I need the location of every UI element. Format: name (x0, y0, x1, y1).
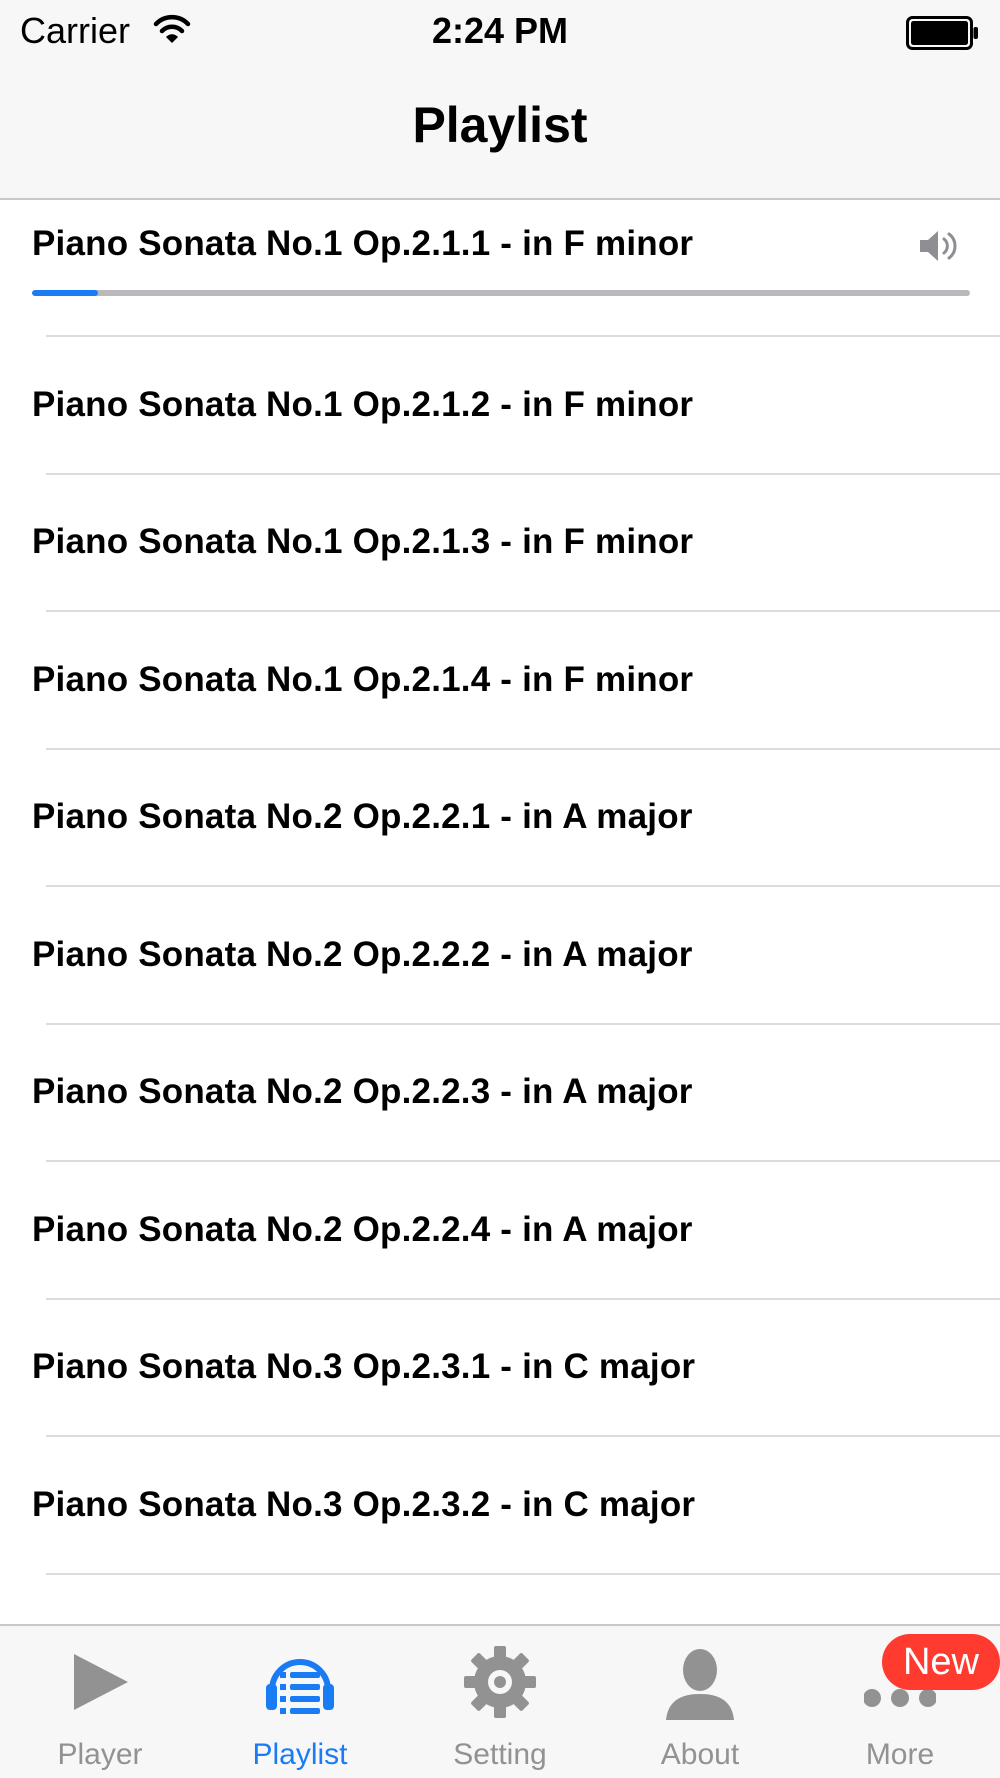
person-icon (666, 1649, 734, 1720)
playlist-table[interactable]: Piano Sonata No.1 Op.2.1.1 - in F minor P… (0, 202, 1000, 1575)
play-icon (74, 1654, 128, 1710)
tab-playlist[interactable]: Playlist (200, 1626, 400, 1778)
tab-label: More (865, 1738, 935, 1771)
playback-progress-fill (32, 290, 98, 296)
tab-setting[interactable]: Setting (400, 1626, 600, 1778)
track-title: Piano Sonata No.1 Op.2.1.3 - in F minor (32, 522, 694, 562)
track-title: Piano Sonata No.3 Op.2.3.1 - in C major (32, 1347, 696, 1387)
gear-icon (464, 1646, 536, 1718)
track-title: Piano Sonata No.2 Op.2.2.3 - in A major (32, 1072, 693, 1112)
new-badge: New (882, 1634, 1000, 1690)
tab-about[interactable]: About (600, 1626, 800, 1778)
page-title: Playlist (412, 97, 588, 153)
speaker-icon (920, 231, 957, 261)
tab-label: About (660, 1738, 740, 1771)
status-bar: Carrier 2:24 PM (0, 0, 1000, 64)
track-title: Piano Sonata No.2 Op.2.2.4 - in A major (32, 1209, 693, 1249)
tab-label: Player (57, 1738, 143, 1771)
app-screen: Carrier 2:24 PM Playlist Piano Sonata No… (0, 0, 1000, 1778)
track-title: Piano Sonata No.1 Op.2.1.2 - in F minor (32, 384, 694, 424)
tab-label: Setting (453, 1738, 547, 1771)
playlist-row[interactable]: Piano Sonata No.2 Op.2.2.4 - in A major (32, 1162, 1000, 1300)
now-playing-row[interactable]: Piano Sonata No.1 Op.2.1.1 - in F minor (32, 202, 1000, 337)
playlist-row[interactable]: Piano Sonata No.3 Op.2.3.2 - in C major (32, 1437, 1000, 1575)
track-title: Piano Sonata No.3 Op.2.3.2 - in C major (32, 1484, 696, 1524)
battery-icon (906, 16, 978, 50)
playback-progress-bar[interactable] (32, 290, 970, 296)
tab-bar: Player Playlist Setting About More (0, 1624, 1000, 1778)
track-title: Piano Sonata No.2 Op.2.2.1 - in A major (32, 797, 693, 837)
playlist-row[interactable]: Piano Sonata No.1 Op.2.1.4 - in F minor (32, 612, 1000, 750)
tab-player[interactable]: Player (0, 1626, 200, 1778)
clock-time: 2:24 PM (431, 10, 569, 51)
playlist-icon (266, 1659, 334, 1714)
playlist-row[interactable]: Piano Sonata No.2 Op.2.2.1 - in A major (32, 750, 1000, 887)
track-title: Piano Sonata No.1 Op.2.1.4 - in F minor (32, 659, 694, 699)
playlist-row[interactable]: Piano Sonata No.1 Op.2.1.3 - in F minor (32, 475, 1000, 612)
playlist-row[interactable]: Piano Sonata No.1 Op.2.1.2 - in F minor (32, 337, 1000, 475)
playlist-row[interactable]: Piano Sonata No.2 Op.2.2.3 - in A major (32, 1025, 1000, 1162)
playlist-row[interactable]: Piano Sonata No.3 Op.2.3.1 - in C major (32, 1300, 1000, 1437)
navigation-bar: Playlist (0, 64, 1000, 200)
track-title: Piano Sonata No.1 Op.2.1.1 - in F minor (32, 224, 694, 263)
playlist-row[interactable]: Piano Sonata No.2 Op.2.2.2 - in A major (32, 887, 1000, 1025)
tab-label: Playlist (252, 1738, 348, 1771)
track-title: Piano Sonata No.2 Op.2.2.2 - in A major (32, 934, 693, 974)
